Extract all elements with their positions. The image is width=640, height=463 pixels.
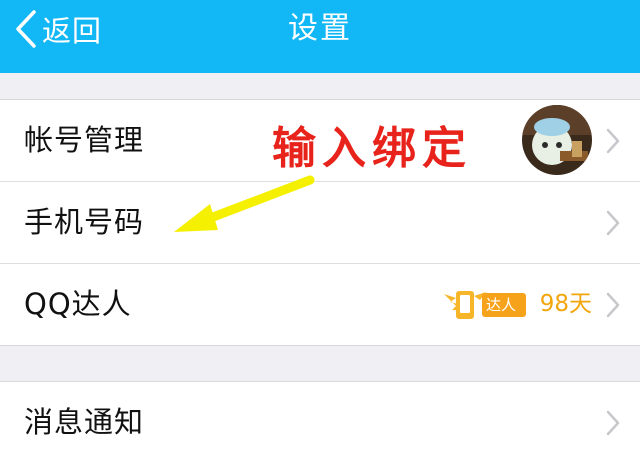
chevron-right-icon [606, 210, 620, 236]
expert-days: 98天 [539, 291, 592, 317]
settings-row-message-notification[interactable]: 消息通知 [0, 382, 640, 463]
settings-row-phone-number[interactable]: 手机号码 [0, 182, 640, 264]
badge-label: 达人 [486, 296, 517, 314]
page-title: 设置 [288, 11, 352, 46]
qq-expert-badge-icon: 达人 [442, 288, 528, 322]
chevron-right-icon [606, 410, 620, 436]
row-label: 手机号码 [24, 205, 145, 239]
chevron-right-icon [606, 128, 620, 154]
row-label: 帐号管理 [24, 123, 145, 157]
annotation-text: 输入绑定 [272, 123, 472, 174]
avatar [522, 105, 592, 175]
chevron-right-icon [606, 292, 620, 318]
annotation-arrow [174, 175, 315, 232]
top-navigation-bar: 返回 设置 [0, 0, 640, 73]
row-label: QQ达人 [24, 287, 132, 321]
settings-row-qq-expert[interactable]: QQ达人 达人 98天 [0, 264, 640, 345]
row-label: 消息通知 [24, 405, 145, 439]
settings-group-notifications: 消息通知 [0, 381, 640, 463]
